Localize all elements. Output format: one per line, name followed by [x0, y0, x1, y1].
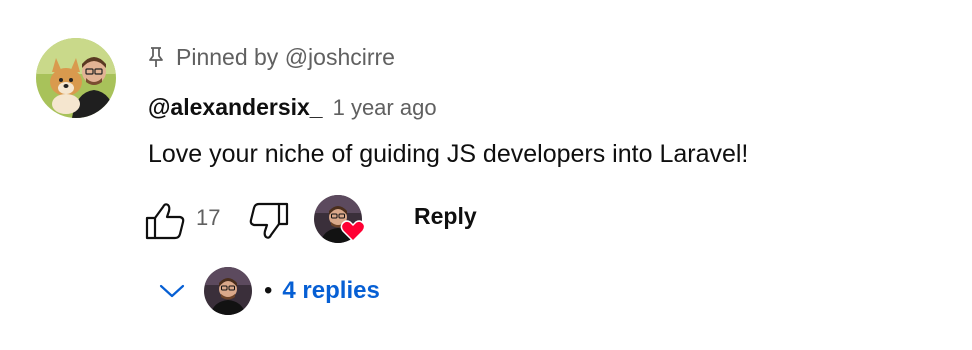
comment-header: @alexandersix_ 1 year ago: [148, 94, 437, 126]
commenter-avatar[interactable]: [36, 38, 116, 118]
comment-text: Love your niche of guiding JS developers…: [148, 140, 749, 168]
view-replies-button[interactable]: • 4 replies: [158, 266, 458, 316]
pinned-indicator: Pinned by @joshcirre: [148, 42, 395, 72]
replies-count-label[interactable]: 4 replies: [282, 277, 379, 305]
dislike-button[interactable]: [248, 200, 290, 242]
comment-timestamp[interactable]: 1 year ago: [333, 95, 437, 121]
creator-heart-badge[interactable]: [314, 195, 368, 245]
comment-author[interactable]: @alexandersix_: [148, 94, 323, 121]
pin-icon: [148, 45, 164, 69]
thumbs-up-icon: [145, 203, 185, 240]
heart-icon: [340, 219, 366, 243]
comment-actions: 17 Reply: [144, 194, 544, 246]
separator-dot: •: [264, 277, 273, 304]
reply-author-avatar: [204, 267, 252, 315]
reply-button[interactable]: Reply: [414, 203, 477, 230]
chevron-down-icon: [159, 284, 185, 298]
like-count: 17: [196, 205, 221, 230]
thumbs-down-icon: [249, 202, 289, 239]
pinned-label: Pinned by @joshcirre: [176, 43, 395, 70]
like-button[interactable]: [144, 200, 186, 242]
comment-thread: Pinned by @joshcirre @alexandersix_ 1 ye…: [0, 0, 972, 350]
